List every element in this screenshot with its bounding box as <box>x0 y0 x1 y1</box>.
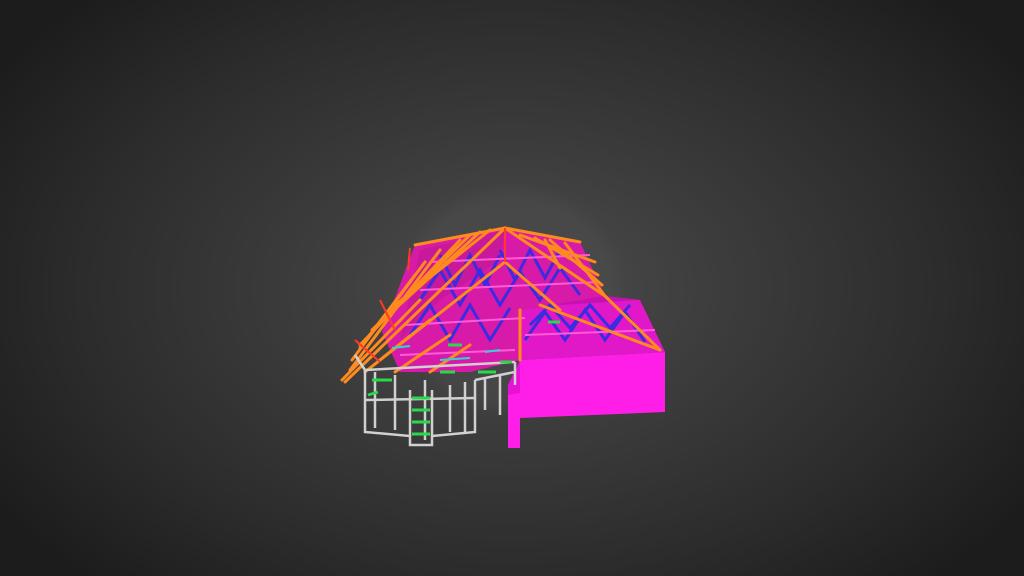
garage-block <box>508 296 665 448</box>
model-canvas[interactable] <box>0 0 1024 576</box>
3d-model-viewer <box>0 0 1024 576</box>
3d-model-icon <box>340 182 665 448</box>
